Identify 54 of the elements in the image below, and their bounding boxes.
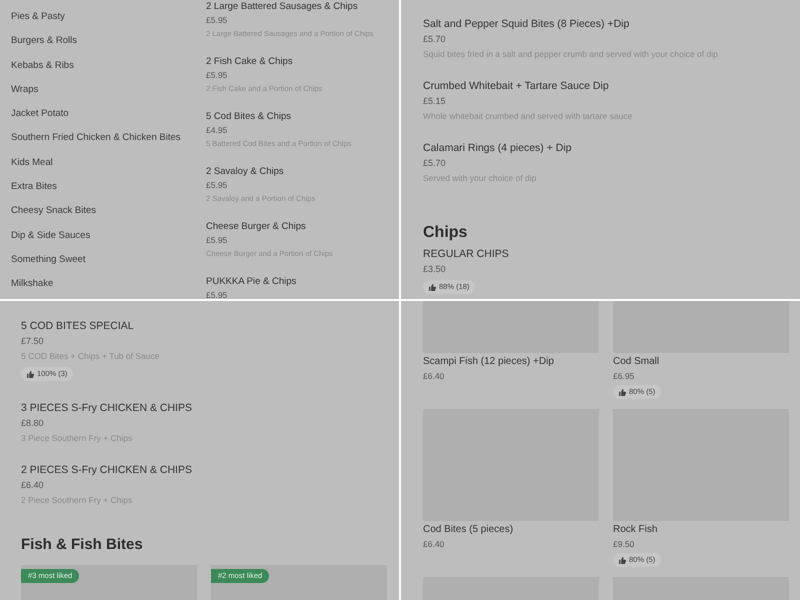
item-price: £5.95 [206,179,228,192]
item-title[interactable]: Rock Fish [613,523,658,537]
category-link[interactable]: Cheesy Snack Bites [11,204,206,218]
category-link[interactable]: Southern Fried Chicken & Chicken Bites [11,131,206,146]
item-title[interactable]: Crumbed Whitebait + Tartare Sauce Dip [423,79,609,93]
category-link[interactable]: Kebabs & Ribs [11,58,206,73]
item-price: £6.40 [21,479,44,492]
category-link[interactable]: Milkshake [11,277,206,292]
category-link[interactable]: Pies & Pasty [11,10,206,24]
item-price: £5.95 [206,234,228,247]
item-title[interactable]: 5 Cod Bites & Chips [206,110,292,123]
item-title[interactable]: Cod Bites (5 pieces) [423,523,514,537]
thumbs-up-icon [619,388,626,396]
section-heading: Chips [423,223,468,243]
item-title[interactable]: 2 Large Battered Sausages & Chips [206,0,358,13]
category-link[interactable]: Dip & Side Sauces [11,228,206,243]
item-title[interactable]: Calamari Rings (4 pieces) + Dip [423,141,572,155]
category-link[interactable]: Something Sweet [11,252,206,267]
item-price: £9.50 [613,538,634,551]
item-title[interactable]: 5 COD BITES SPECIAL [21,319,134,333]
item-price: £7.50 [21,335,44,348]
category-link[interactable]: Extra Bites [11,180,206,194]
category-link[interactable]: Wraps [11,82,206,97]
item-price: £6.40 [423,370,444,383]
item-price: £6.40 [423,538,444,551]
item-title[interactable]: REGULAR CHIPS [423,247,509,261]
item-price: £5.15 [423,95,446,108]
item-price: £4.95 [206,124,228,137]
item-price: £5.95 [206,14,228,27]
item-title[interactable]: 2 Savaloy & Chips [206,165,284,178]
item-price: £5.95 [206,69,228,82]
item-title[interactable]: 2 Fish Cake & Chips [206,55,293,68]
category-link[interactable]: Kids Meal [11,156,206,170]
item-title[interactable]: Cod Small [613,355,660,369]
item-title[interactable]: 2 PIECES S-Fry CHICKEN & CHIPS [21,463,192,477]
image-placeholder[interactable] [613,301,789,353]
item-price: £3.50 [423,263,446,276]
section-heading: Fish & Fish Bites [21,535,144,555]
item-title[interactable]: 3 PIECES S-Fry CHICKEN & CHIPS [21,401,192,415]
item-title[interactable]: Scampi Fish (12 pieces) +Dip [423,355,554,369]
item-title[interactable]: PUKKKA Pie & Chips [206,275,296,288]
item-price: £5.70 [423,33,446,46]
item-price: £6.95 [613,370,634,383]
category-link[interactable]: Jacket Potato [11,107,206,122]
item-title[interactable]: Salt and Pepper Squid Bites (8 Pieces) +Dip [423,17,630,31]
item-title[interactable]: Cheese Burger & Chips [206,220,306,233]
thumbs-up-icon [27,370,34,378]
item-price: £5.70 [423,157,446,170]
thumbs-up-icon [619,556,626,564]
category-link[interactable]: Burgers & Rolls [11,34,206,48]
thumbs-up-icon [429,284,436,290]
image-placeholder[interactable] [423,301,599,353]
item-price: £8.80 [21,417,44,430]
item-price: £5.95 [206,289,228,299]
